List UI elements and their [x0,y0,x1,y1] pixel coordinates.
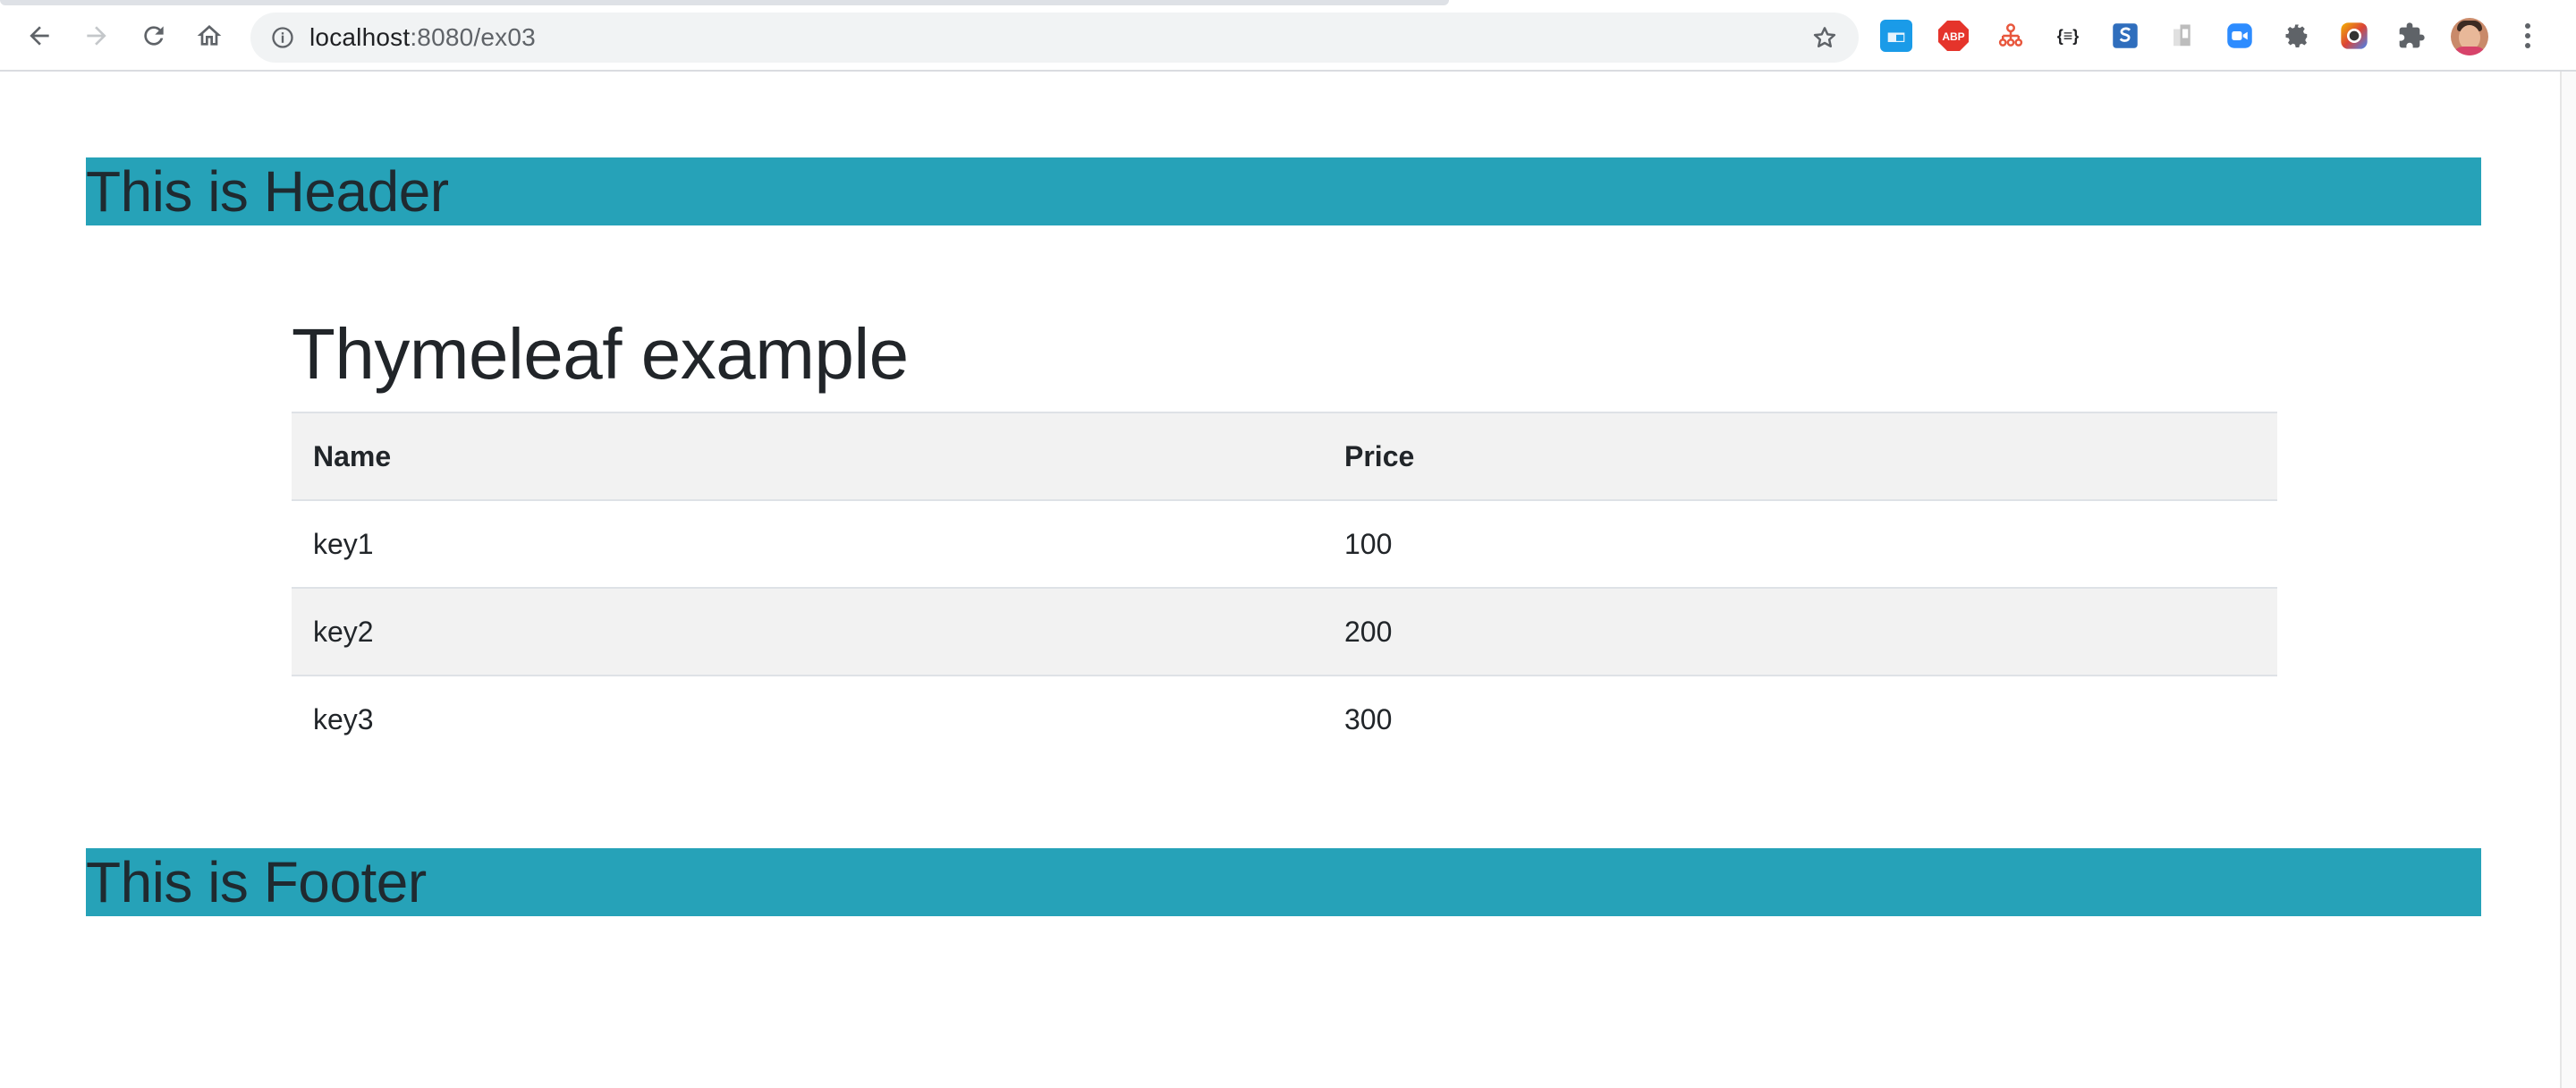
site-info-icon[interactable] [268,23,297,52]
forward-arrow-icon[interactable] [79,18,114,54]
bookmark-star-icon[interactable] [1810,23,1839,52]
cell-price: 200 [1323,587,2277,676]
gear-extension-icon[interactable] [2281,20,2313,52]
column-header-price: Price [1323,412,2277,500]
cell-name: key3 [292,675,1323,763]
json-viewer-icon[interactable]: {≡} [2052,20,2084,52]
address-bar[interactable]: localhost:8080/ex03 [250,13,1859,63]
cell-name: key2 [292,587,1323,676]
cell-price: 100 [1323,499,2277,588]
table-row: key1 100 [292,499,2277,588]
column-header-name: Name [292,412,1323,500]
back-arrow-icon[interactable] [21,18,57,54]
url-path: :8080/ex03 [410,23,536,51]
page-header-band: This is Header [86,157,2481,225]
page-scrollbar[interactable] [2560,72,2576,1088]
table-header-row: Name Price [292,412,2277,500]
adblock-label: ABP [1942,30,1964,43]
header-text: This is Header [86,159,449,224]
puzzle-extensions-icon[interactable] [2395,20,2428,52]
adblock-plus-icon[interactable]: ABP [1937,20,1970,52]
zoom-icon[interactable] [2224,20,2256,52]
s-extension-icon[interactable] [2109,20,2141,52]
browser-toolbar: localhost:8080/ex03 ABP {≡} [0,0,2576,72]
reload-icon[interactable] [136,18,172,54]
browser-menu-icon[interactable] [2512,20,2544,52]
profile-avatar[interactable] [2451,18,2488,55]
avatar-shirt [2453,47,2487,55]
sitemap-icon[interactable] [1995,20,2027,52]
page-footer-band: This is Footer [86,848,2481,916]
cell-name: key1 [292,499,1323,588]
url-text[interactable]: localhost:8080/ex03 [309,23,536,52]
grey-bookmark-icon[interactable] [2166,20,2199,52]
tab-strip [0,0,1449,5]
price-table: Name Price key1 100 key2 200 key3 300 [292,412,2277,763]
json-viewer-label: {≡} [2056,26,2080,45]
extension-blue-window-icon[interactable] [1880,20,1912,52]
cell-price: 300 [1323,675,2277,763]
table-row: key3 300 [292,675,2277,763]
page-title: Thymeleaf example [292,314,909,394]
color-picker-icon[interactable] [2338,20,2370,52]
home-icon[interactable] [191,18,227,54]
url-host: localhost [309,23,411,51]
table-row: key2 200 [292,587,2277,676]
footer-text: This is Footer [86,850,427,914]
